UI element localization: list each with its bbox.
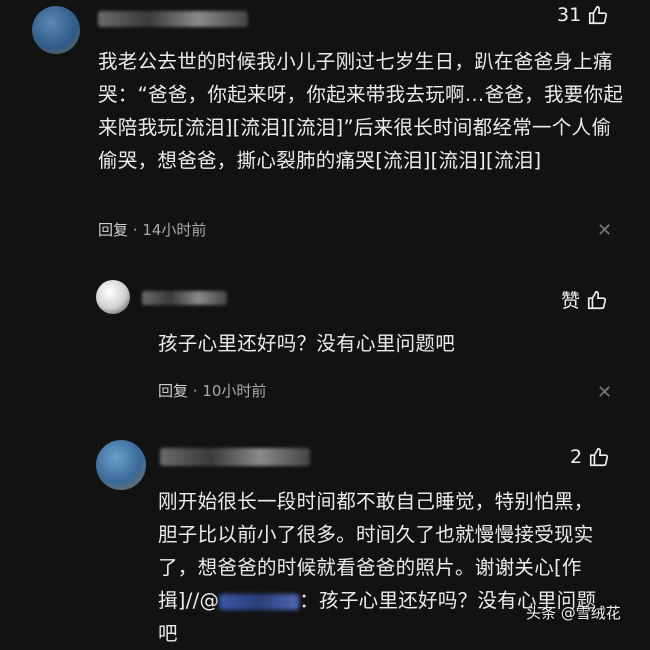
like-count: 2 xyxy=(570,446,583,468)
reply-button[interactable]: 回复 xyxy=(158,382,188,400)
like-label: 赞 xyxy=(561,290,581,312)
like-count: 31 xyxy=(557,4,582,26)
watermark: 头条 @雪绒花 xyxy=(526,604,621,622)
username[interactable] xyxy=(142,291,227,305)
close-icon[interactable]: ✕ xyxy=(597,382,612,403)
avatar[interactable] xyxy=(32,6,80,54)
close-icon[interactable]: ✕ xyxy=(597,220,612,241)
avatar[interactable] xyxy=(96,280,130,314)
comment-text: 我老公去世的时候我小儿子刚过七岁生日，趴在爸爸身上痛哭：“爸爸，你起来呀，你起来… xyxy=(98,50,624,172)
comment-meta: 回复 · 14小时前 xyxy=(98,219,206,240)
mention-link[interactable] xyxy=(219,593,300,610)
username[interactable] xyxy=(160,448,310,466)
comment-text: 刚开始很长一段时间都不敢自己睡觉，特别怕黑，胆子比以前小了很多。时间久了也就慢慢… xyxy=(158,485,613,650)
reply-button[interactable]: 回复 xyxy=(98,221,128,239)
timestamp: 14小时前 xyxy=(142,221,207,239)
meta-separator: · xyxy=(192,382,203,400)
timestamp: 10小时前 xyxy=(202,382,267,400)
comment-meta: 回复 · 10小时前 xyxy=(158,380,266,401)
like-button[interactable]: 31 xyxy=(557,4,609,26)
thumbs-up-icon xyxy=(586,289,608,311)
meta-separator: · xyxy=(132,221,143,239)
like-button[interactable]: 2 xyxy=(570,446,610,468)
thumbs-up-icon xyxy=(588,446,610,468)
avatar[interactable] xyxy=(96,440,146,490)
username[interactable] xyxy=(98,11,248,27)
like-button[interactable]: 赞 xyxy=(561,286,608,313)
thumbs-up-icon xyxy=(587,4,609,26)
comment-text: 孩子心里还好吗？没有心里问题吧 xyxy=(158,332,456,355)
